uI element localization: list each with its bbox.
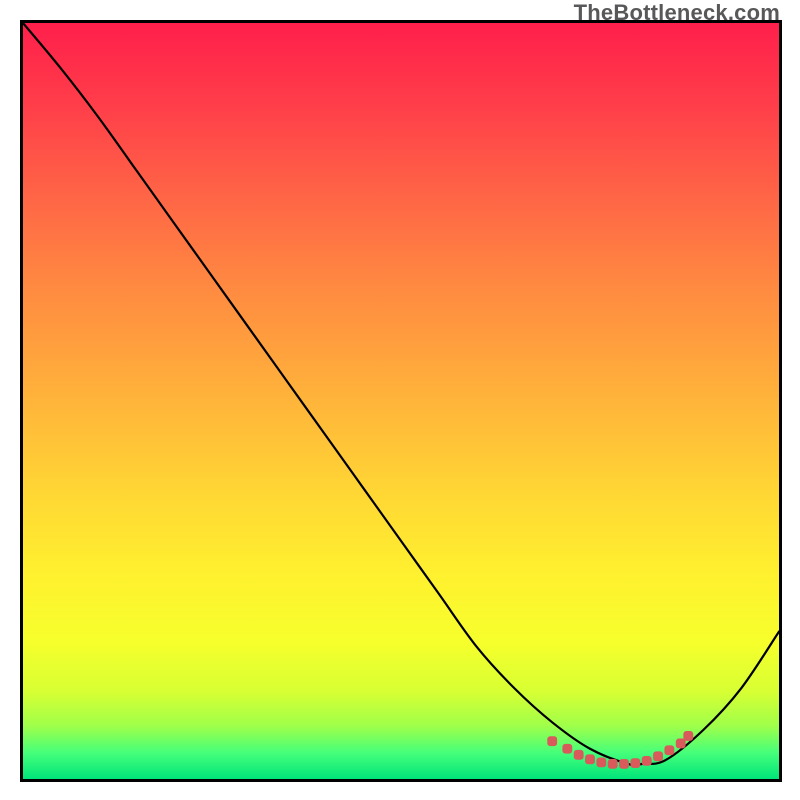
marker-dot — [664, 745, 674, 755]
marker-dot — [683, 731, 693, 741]
marker-dot — [585, 754, 595, 764]
marker-dot — [574, 750, 584, 760]
marker-dot — [653, 751, 663, 761]
chart-svg — [23, 23, 779, 779]
marker-dot — [619, 759, 629, 769]
marker-dot — [596, 757, 606, 767]
plot-area — [20, 20, 782, 782]
marker-dot — [676, 739, 686, 749]
main-curve — [23, 23, 779, 765]
marker-dot — [547, 736, 557, 746]
marker-dot — [642, 756, 652, 766]
chart-frame: TheBottleneck.com — [0, 0, 800, 800]
marker-dot — [562, 744, 572, 754]
marker-dot — [630, 758, 640, 768]
marker-dot — [608, 759, 618, 769]
